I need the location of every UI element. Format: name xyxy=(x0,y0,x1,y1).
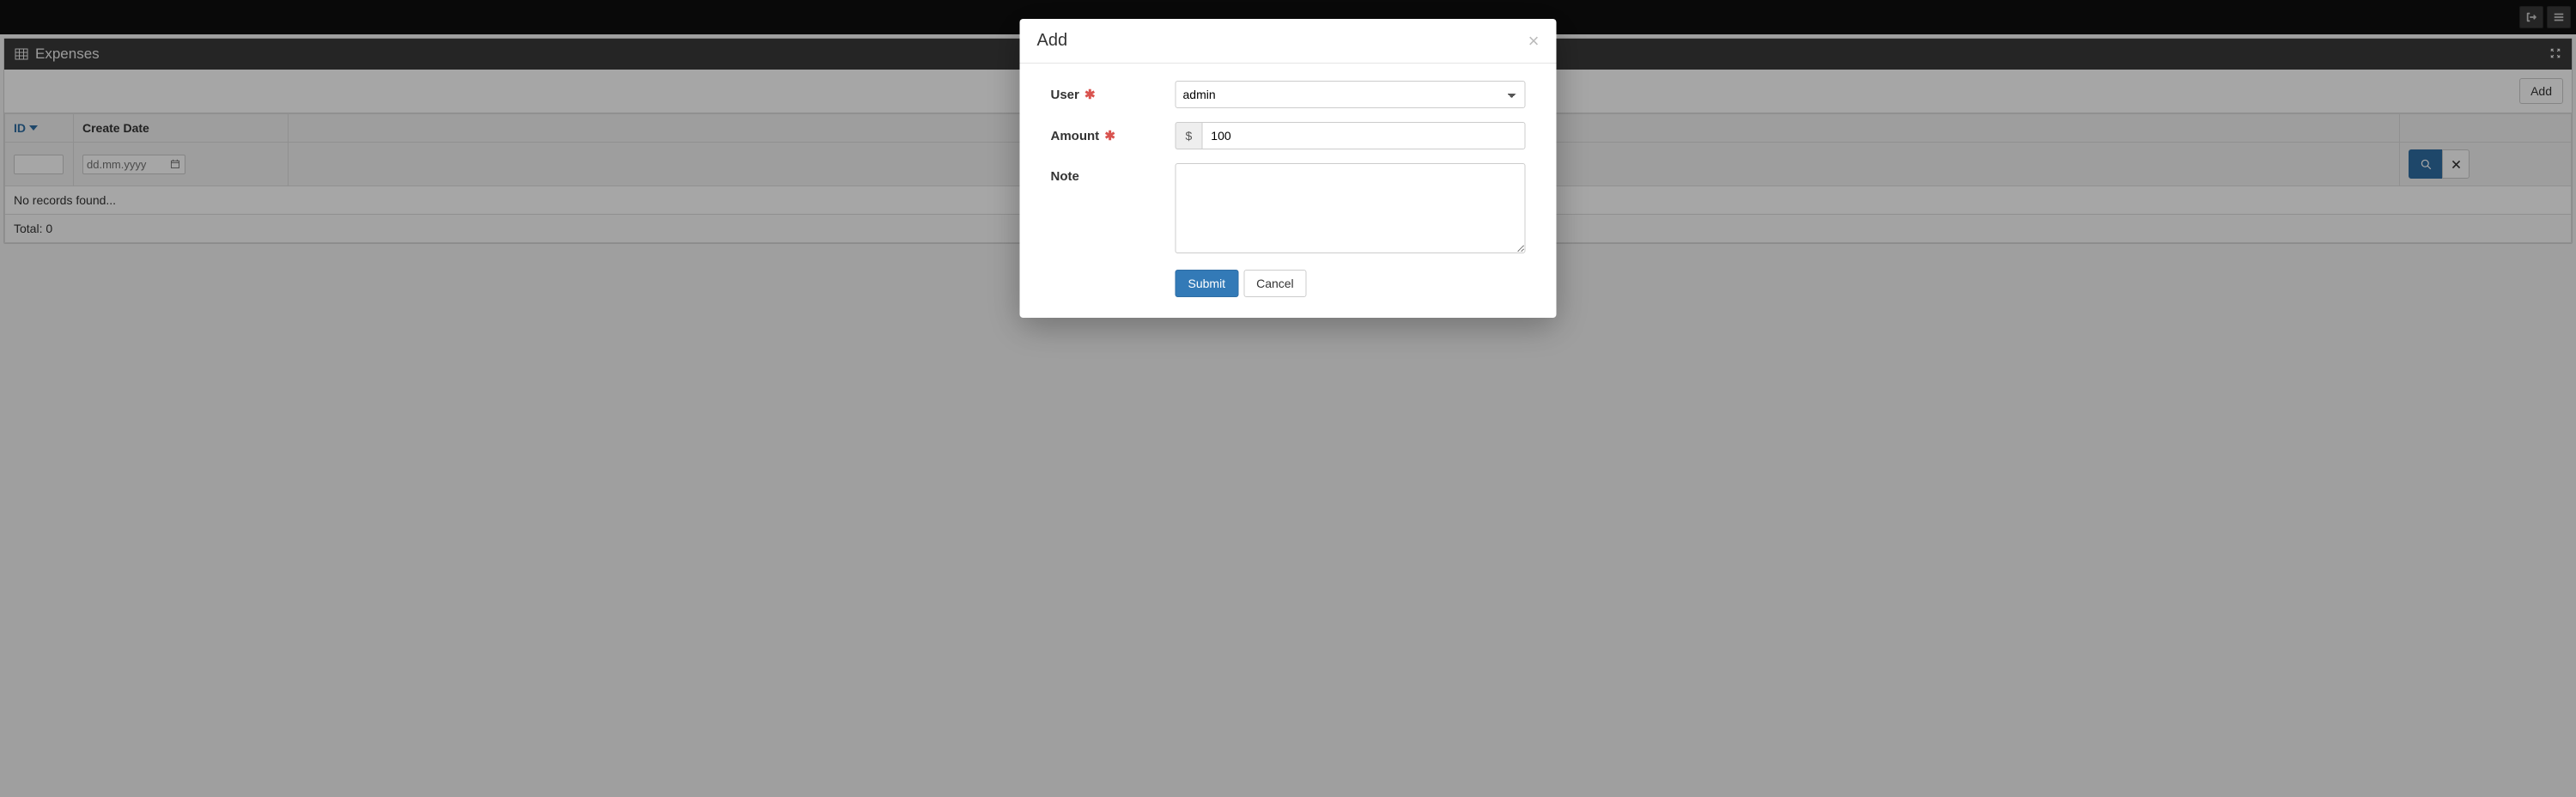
required-icon: ✱ xyxy=(1104,129,1115,143)
required-icon: ✱ xyxy=(1084,88,1096,102)
amount-label: Amount ✱ xyxy=(1051,122,1176,143)
amount-input[interactable] xyxy=(1201,122,1525,149)
user-label: User ✱ xyxy=(1051,81,1176,102)
form-row-amount: Amount ✱ $ xyxy=(1051,122,1526,149)
user-label-text: User xyxy=(1051,88,1079,102)
form-row-user: User ✱ admin xyxy=(1051,81,1526,108)
modal-actions: Submit Cancel xyxy=(1176,270,1526,297)
modal-body: User ✱ admin Amount ✱ $ xyxy=(1020,64,1557,318)
note-label: Note xyxy=(1051,163,1176,184)
note-textarea[interactable] xyxy=(1176,163,1526,253)
currency-addon: $ xyxy=(1176,122,1202,149)
modal-close-button[interactable]: × xyxy=(1528,32,1540,51)
note-label-text: Note xyxy=(1051,169,1079,184)
amount-label-text: Amount xyxy=(1051,129,1100,143)
cancel-button[interactable]: Cancel xyxy=(1243,270,1307,297)
form-row-note: Note xyxy=(1051,163,1526,256)
modal-title: Add xyxy=(1037,31,1068,51)
user-select[interactable]: admin xyxy=(1176,81,1526,108)
submit-button[interactable]: Submit xyxy=(1176,270,1239,297)
close-icon: × xyxy=(1528,30,1540,52)
modal-header: Add × xyxy=(1020,19,1557,64)
add-modal: Add × User ✱ admin Amount ✱ $ xyxy=(1020,19,1557,318)
